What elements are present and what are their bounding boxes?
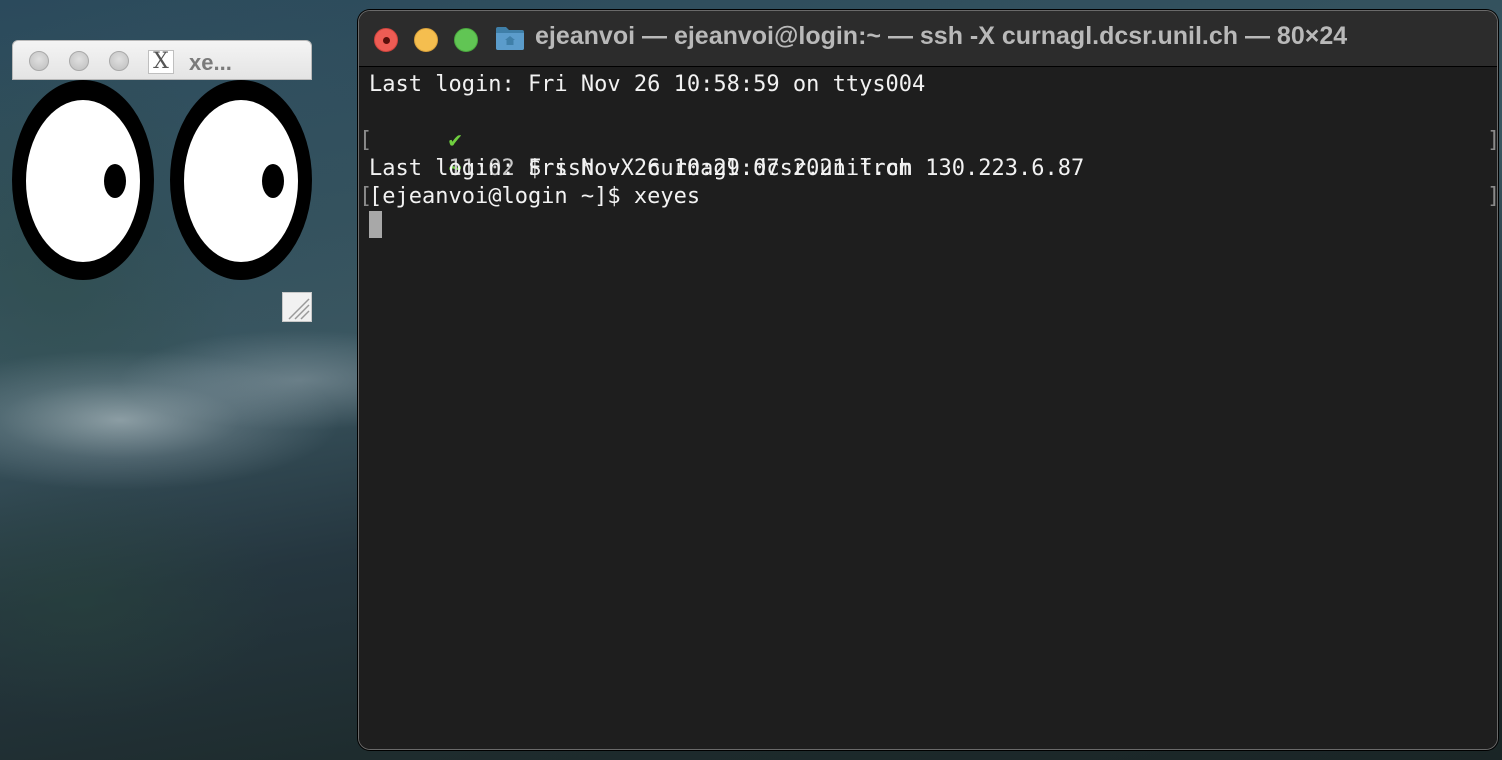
mark-bracket-left: [ <box>359 184 373 209</box>
terminal-line-xeyes-command: [ejeanvoi@login ~]$ xeyes <box>369 184 701 209</box>
terminal-line-ssh-command: 11:02 $ ssh -X curnagl.dcsr.unil.ch <box>369 127 912 181</box>
folder-icon <box>495 25 525 51</box>
right-eye-pupil <box>262 164 284 198</box>
terminal-line-last-login-remote: Last login: Fri Nov 26 10:29:07 2021 fro… <box>369 156 1085 181</box>
minimize-button[interactable] <box>414 28 438 52</box>
terminal-line-prompt-status: ✔ ~ <box>369 99 461 181</box>
terminal-cursor <box>369 211 382 238</box>
xeyes-close-button[interactable] <box>29 51 49 71</box>
terminal-window[interactable]: ejeanvoi — ejeanvoi@login:~ — ssh -X cur… <box>358 10 1498 750</box>
mark-bracket-right: ] <box>1487 183 1497 211</box>
terminal-titlebar[interactable]: ejeanvoi — ejeanvoi@login:~ — ssh -X cur… <box>359 11 1497 67</box>
maximize-button[interactable] <box>454 28 478 52</box>
left-eye-pupil <box>104 164 126 198</box>
close-button[interactable] <box>374 28 398 52</box>
mark-bracket-right: ] <box>1487 127 1497 155</box>
xeyes-window-title: xe... <box>189 50 232 75</box>
xeyes-eyes-graphic <box>12 80 312 280</box>
resize-grip-icon[interactable] <box>282 292 312 322</box>
terminal-window-title: ejeanvoi — ejeanvoi@login:~ — ssh -X cur… <box>535 22 1348 50</box>
mark-bracket-left: [ <box>359 128 373 153</box>
xeyes-canvas <box>12 80 312 322</box>
xeyes-window[interactable]: X xe... <box>12 40 312 322</box>
xeyes-maximize-button[interactable] <box>109 51 129 71</box>
terminal-content[interactable]: Last login: Fri Nov 26 10:58:59 on ttys0… <box>359 68 1497 749</box>
xeyes-titlebar[interactable]: X xe... <box>12 40 312 80</box>
terminal-line-last-login-local: Last login: Fri Nov 26 10:58:59 on ttys0… <box>369 72 926 97</box>
xeyes-minimize-button[interactable] <box>69 51 89 71</box>
x11-logo-icon: X <box>148 50 174 74</box>
